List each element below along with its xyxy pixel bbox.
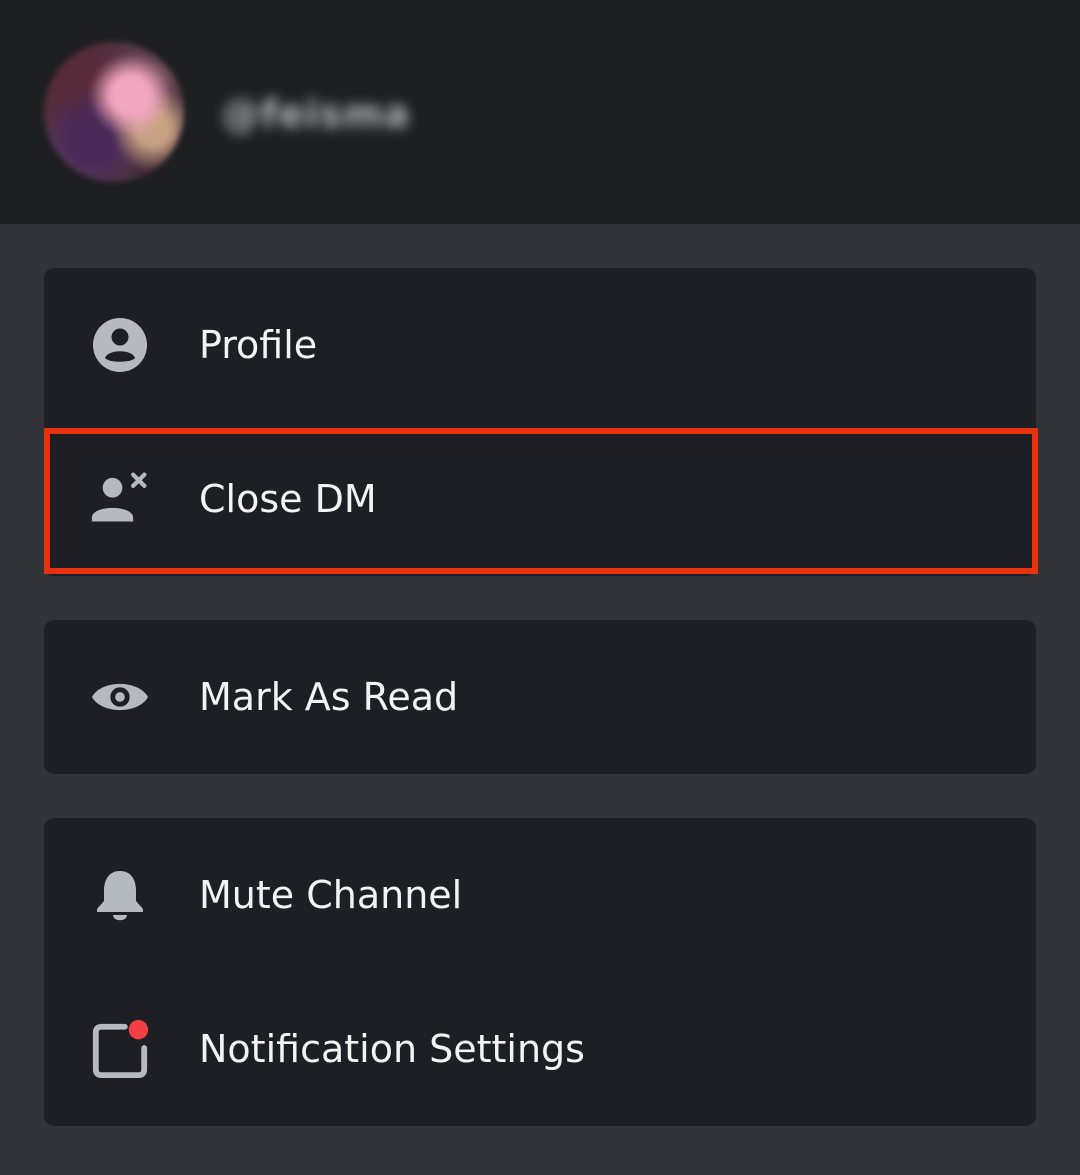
mute-channel-label: Mute Channel <box>199 873 463 917</box>
profile-header: @feisma <box>0 0 1080 224</box>
close-dm-icon <box>90 469 150 529</box>
profile-icon <box>90 315 150 375</box>
profile-label: Profile <box>199 323 318 367</box>
profile-menu-item[interactable]: Profile <box>44 268 1036 422</box>
username: @feisma <box>222 92 411 136</box>
menu-group-2: Mark As Read <box>44 620 1036 774</box>
bell-icon <box>90 865 150 925</box>
close-dm-menu-item[interactable]: Close DM <box>44 422 1036 576</box>
notification-settings-label: Notification Settings <box>199 1027 585 1071</box>
mark-as-read-label: Mark As Read <box>199 675 459 719</box>
menu-group-1: Profile Close DM <box>44 268 1036 576</box>
mute-channel-menu-item[interactable]: Mute Channel <box>44 818 1036 972</box>
close-dm-label: Close DM <box>199 477 377 521</box>
notification-settings-icon <box>90 1019 150 1079</box>
avatar[interactable] <box>44 42 184 182</box>
menu-group-3: Mute Channel Notification Settings <box>44 818 1036 1126</box>
mark-as-read-menu-item[interactable]: Mark As Read <box>44 620 1036 774</box>
eye-icon <box>90 667 150 727</box>
notification-settings-menu-item[interactable]: Notification Settings <box>44 972 1036 1126</box>
